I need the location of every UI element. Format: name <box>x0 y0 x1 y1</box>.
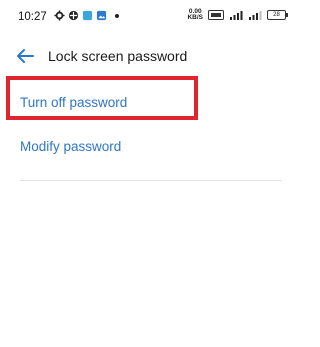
modify-password-option[interactable]: Modify password <box>20 139 121 154</box>
back-arrow-icon[interactable] <box>14 45 36 67</box>
page-title: Lock screen password <box>48 48 188 64</box>
more-notifications-dot <box>115 13 119 18</box>
status-bar: 10:27 0.00 KB/S 28 <box>0 0 300 36</box>
battery-icon: 28 <box>267 10 288 20</box>
notification-icons <box>54 10 119 21</box>
volte-icon <box>208 10 224 20</box>
network-speed: 0.00 KB/S <box>187 8 203 21</box>
network-speed-unit: KB/S <box>187 14 203 21</box>
divider <box>20 180 282 181</box>
gallery-icon <box>96 10 107 21</box>
signal-icon-2 <box>249 11 262 20</box>
app-notification-icon <box>82 10 93 21</box>
highlight-box <box>6 76 198 120</box>
gear-icon <box>54 10 65 21</box>
system-icons: 0.00 KB/S 28 <box>187 8 288 21</box>
game-icon <box>68 10 79 21</box>
status-time: 10:27 <box>18 11 47 23</box>
header: Lock screen password <box>0 40 300 72</box>
signal-icon <box>230 11 243 20</box>
